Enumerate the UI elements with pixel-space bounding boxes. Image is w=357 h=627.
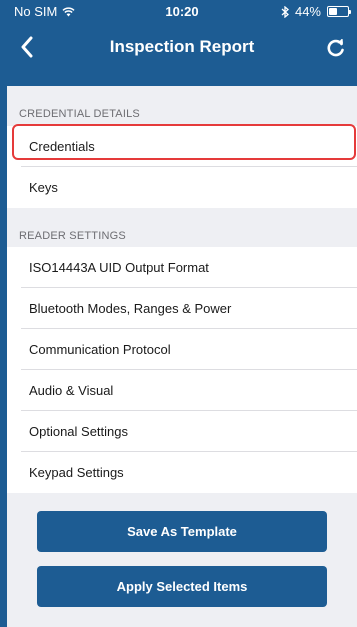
refresh-icon [327,39,344,57]
navigation-bar: Inspection Report [7,23,357,86]
list-item-uid-output-format[interactable]: ISO14443A UID Output Format [7,247,357,288]
list-item-label: Credentials [29,139,95,154]
list-item-label: Bluetooth Modes, Ranges & Power [29,301,232,316]
app-screen: No SIM 10:20 44% Inspection Report CREDE… [7,0,357,627]
list-item-label: Optional Settings [29,424,129,439]
section-header-credential-details: CREDENTIAL DETAILS [19,108,140,120]
left-edge-bar [0,0,7,627]
list-item-audio-visual[interactable]: Audio & Visual [7,370,357,411]
list-item-keys[interactable]: Keys [7,167,357,208]
battery-fill [329,8,337,15]
status-bar: No SIM 10:20 44% [7,0,357,23]
list-item-label: Audio & Visual [29,383,114,398]
section-header-reader-settings: READER SETTINGS [19,230,126,242]
list-item-credentials[interactable]: Credentials [7,126,357,167]
battery-icon [327,6,351,17]
list-item-label: Communication Protocol [29,342,171,357]
page-title: Inspection Report [109,37,255,56]
list-item-optional-settings[interactable]: Optional Settings [7,411,357,452]
list-item-label: Keys [29,180,58,195]
bluetooth-icon [281,5,289,18]
battery-percent: 44% [294,4,321,19]
apply-selected-items-button[interactable]: Apply Selected Items [37,566,327,607]
list-item-communication-protocol[interactable]: Communication Protocol [7,329,357,370]
list-item-keypad-settings[interactable]: Keypad Settings [7,452,357,493]
refresh-button[interactable] [321,33,351,63]
status-right: 44% [281,4,351,19]
list-item-label: ISO14443A UID Output Format [29,260,209,275]
list-item-label: Keypad Settings [29,465,124,480]
list-item-bluetooth-modes[interactable]: Bluetooth Modes, Ranges & Power [7,288,357,329]
save-as-template-button[interactable]: Save As Template [37,511,327,552]
